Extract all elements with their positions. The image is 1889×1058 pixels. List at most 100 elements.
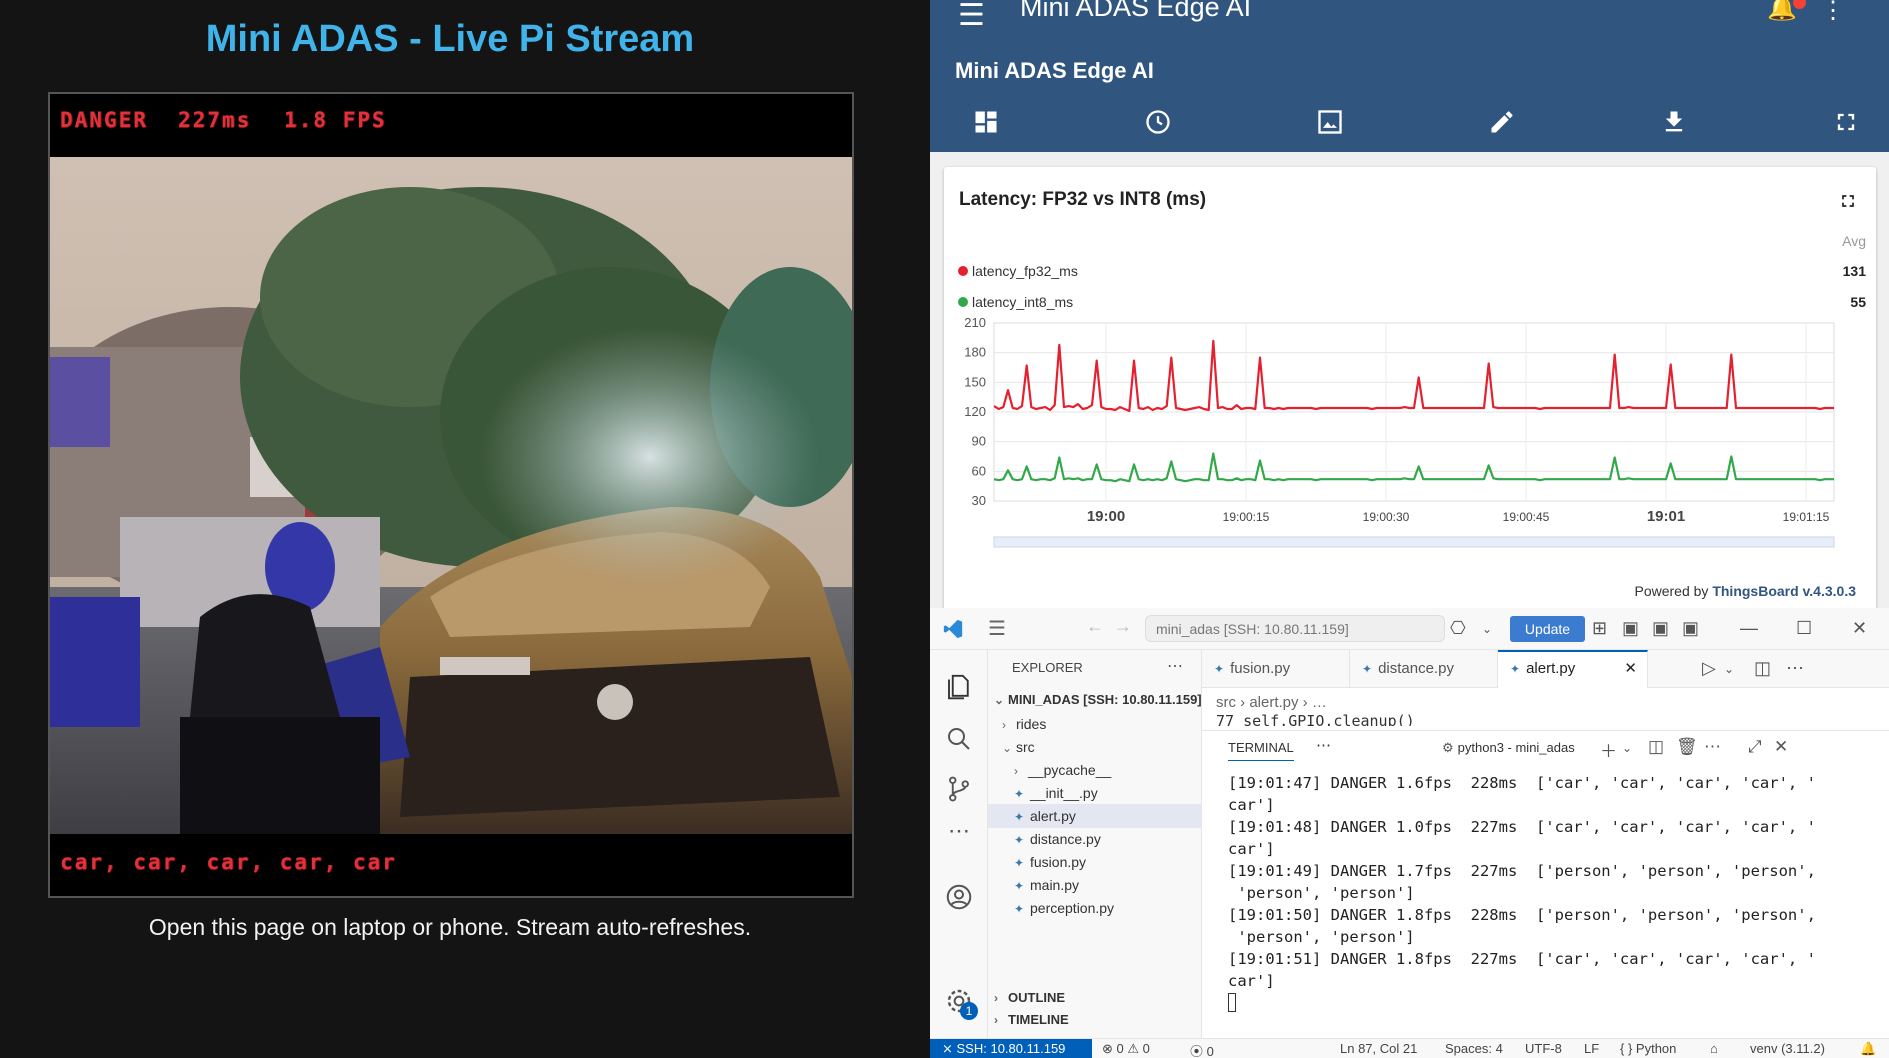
y-tick-label: 30 [972, 493, 986, 508]
menu-icon[interactable]: ☰ [988, 616, 1006, 641]
image-icon[interactable] [1316, 108, 1344, 136]
tree-item-fusion[interactable]: ✦ fusion.py [988, 850, 1202, 874]
legend-avg-fp32: 131 [1842, 263, 1866, 279]
tree-item-perception[interactable]: ✦ perception.py [988, 896, 1202, 920]
notification-badge [1793, 0, 1806, 9]
terminal-line: car'] [1228, 796, 1275, 814]
timeline-section[interactable]: › TIMELINE [988, 1008, 1202, 1032]
tab-close-icon[interactable]: ✕ [1624, 652, 1637, 686]
account-icon[interactable] [944, 882, 974, 912]
edit-icon[interactable] [1488, 108, 1516, 136]
python-file-icon: ✦ [1014, 833, 1025, 847]
tree-item-alert[interactable]: ✦ alert.py [988, 804, 1202, 828]
new-terminal-icon[interactable]: ＋ [1600, 737, 1617, 762]
explorer-more-icon[interactable]: ⋯ [1167, 656, 1183, 676]
tree-item-init[interactable]: ✦ __init__.py [988, 781, 1202, 805]
tree-item-pycache[interactable]: › __pycache__ [988, 758, 1202, 782]
tab-alert[interactable]: ✦ alert.py ✕ [1498, 650, 1648, 688]
layout-customize-icon[interactable]: ⊞ [1592, 618, 1607, 639]
hud-bar: DANGER 227ms 1.8 FPS [50, 94, 852, 157]
history-icon[interactable] [1144, 108, 1172, 136]
vscode-title-bar: ☰ ←→ mini_adas [SSH: 10.80.11.159] ⎔ ⌄ U… [930, 608, 1889, 650]
problems-status[interactable]: ⊗ 0 ⚠ 0 [1102, 1041, 1150, 1057]
detections-bar: car, car, car, car, car [50, 834, 852, 896]
chevron-right-icon: › [994, 991, 998, 1005]
command-center-search[interactable]: mini_adas [SSH: 10.80.11.159] [1145, 615, 1445, 642]
y-tick-label: 150 [964, 374, 986, 389]
tab-fusion[interactable]: ✦ fusion.py [1202, 650, 1350, 688]
more-views-icon[interactable]: ⋯ [944, 818, 974, 848]
close-icon[interactable]: ✕ [1852, 618, 1867, 639]
terminal-output[interactable]: [19:01:47] DANGER 1.6fps 228ms ['car', '… [1228, 772, 1888, 1014]
python-file-icon: ✦ [1014, 787, 1025, 801]
widget-fullscreen-icon[interactable] [1838, 191, 1858, 211]
python-interpreter[interactable]: venv (3.11.2) [1750, 1041, 1825, 1056]
breadcrumb[interactable]: src › alert.py › … [1216, 694, 1327, 711]
encoding[interactable]: UTF-8 [1525, 1041, 1562, 1056]
maximize-panel-icon[interactable]: ⤢ [1748, 737, 1762, 757]
line-ending[interactable]: LF [1584, 1041, 1599, 1056]
indentation[interactable]: Spaces: 4 [1445, 1041, 1503, 1056]
more-vert-icon[interactable]: ⋮ [1821, 0, 1845, 25]
outline-section[interactable]: › OUTLINE [988, 986, 1202, 1010]
panel-more-icon[interactable]: ⋯ [1316, 736, 1331, 754]
terminal-name[interactable]: ⚙ python3 - mini_adas [1442, 740, 1575, 756]
download-icon[interactable] [1660, 108, 1688, 136]
minimize-icon[interactable]: — [1740, 618, 1758, 639]
menu-icon[interactable]: ☰ [958, 0, 985, 33]
legend-dot-int8 [958, 297, 968, 307]
python-file-icon: ✦ [1014, 879, 1025, 893]
fullscreen-icon[interactable] [1832, 108, 1860, 136]
chevron-down-icon[interactable]: ⌄ [1622, 741, 1632, 755]
workspace-root[interactable]: ⌄ MINI_ADAS [SSH: 10.80.11.159] [988, 688, 1202, 712]
copilot-icon[interactable]: ⎔ [1450, 618, 1466, 639]
y-tick-label: 120 [964, 404, 986, 419]
copilot-status-icon[interactable]: ⌂ [1710, 1041, 1718, 1056]
tree-item-distance[interactable]: ✦ distance.py [988, 827, 1202, 851]
close-panel-icon[interactable]: ✕ [1774, 737, 1788, 757]
maximize-icon[interactable]: ☐ [1796, 618, 1812, 639]
tree-item-main[interactable]: ✦ main.py [988, 873, 1202, 897]
x-tick-label: 19:00:15 [1223, 510, 1270, 524]
tree-item-src[interactable]: ⌄ src [988, 735, 1202, 759]
thingsboard-link[interactable]: ThingsBoard v.4.3.0.3 [1712, 583, 1856, 599]
cursor-position[interactable]: Ln 87, Col 21 [1340, 1041, 1417, 1056]
tab-terminal[interactable]: TERMINAL [1228, 740, 1294, 761]
toggle-secondary-sidebar-icon[interactable]: ▣ [1682, 618, 1699, 639]
chevron-down-icon[interactable]: ⌄ [1482, 622, 1492, 636]
latency-line-chart[interactable]: 210 180 150 120 90 60 30 19:00 19:00:15 19:00:30 1… [944, 317, 1876, 587]
editor-more-icon[interactable]: ⋯ [1786, 658, 1804, 679]
panel-more-icon[interactable]: ⋯ [1704, 737, 1721, 757]
split-terminal-icon[interactable]: ◫ [1648, 737, 1664, 757]
nav-arrows-icon[interactable]: ←→ [1086, 616, 1142, 637]
y-tick-label: 180 [964, 345, 986, 360]
search-icon[interactable] [944, 724, 974, 754]
run-icon[interactable]: ▷ [1702, 658, 1716, 679]
legend-item-int8[interactable]: latency_int8_ms [958, 294, 1073, 310]
legend-item-fp32[interactable]: latency_fp32_ms [958, 263, 1078, 279]
legend-avg-int8: 55 [1850, 294, 1866, 310]
code-line[interactable]: 77 self.GPIO.cleanup() [1216, 712, 1856, 726]
explorer-files-icon[interactable] [944, 672, 974, 702]
source-control-icon[interactable] [944, 774, 974, 804]
language-mode[interactable]: { } Python [1620, 1041, 1676, 1056]
series-line-latency_fp32_ms [993, 339, 1834, 413]
kill-terminal-icon[interactable]: 🗑 [1676, 737, 1698, 757]
chevron-down-icon[interactable]: ⌄ [1724, 662, 1734, 676]
detected-objects: car, car, car, car, car [60, 850, 397, 874]
y-tick-label: 60 [972, 463, 986, 478]
tb-app-bar: ☰ Mini ADAS Edge AI 🔔 ⋮ Mini ADAS Edge A… [930, 0, 1889, 152]
tab-distance[interactable]: ✦ distance.py [1350, 650, 1498, 688]
panel-header: TERMINAL ⋯ ⚙ python3 - mini_adas ＋ ⌄ ◫ 🗑 … [1202, 730, 1889, 764]
terminal-line: car'] [1228, 972, 1275, 990]
toggle-panel-icon[interactable]: ▣ [1652, 618, 1669, 639]
split-editor-icon[interactable]: ◫ [1754, 658, 1771, 679]
toggle-sidebar-icon[interactable]: ▣ [1622, 618, 1639, 639]
dashboard-icon[interactable] [972, 108, 1000, 136]
ports-status[interactable]: ⦿ 0 [1190, 1041, 1214, 1058]
tree-item-rides[interactable]: › rides [988, 712, 1202, 736]
update-button[interactable]: Update [1510, 616, 1585, 642]
time-range-slider [993, 536, 1835, 548]
remote-indicator[interactable]: ⨯ SSH: 10.80.11.159 [930, 1039, 1092, 1058]
notifications-icon[interactable]: 🔔 [1860, 1041, 1876, 1057]
